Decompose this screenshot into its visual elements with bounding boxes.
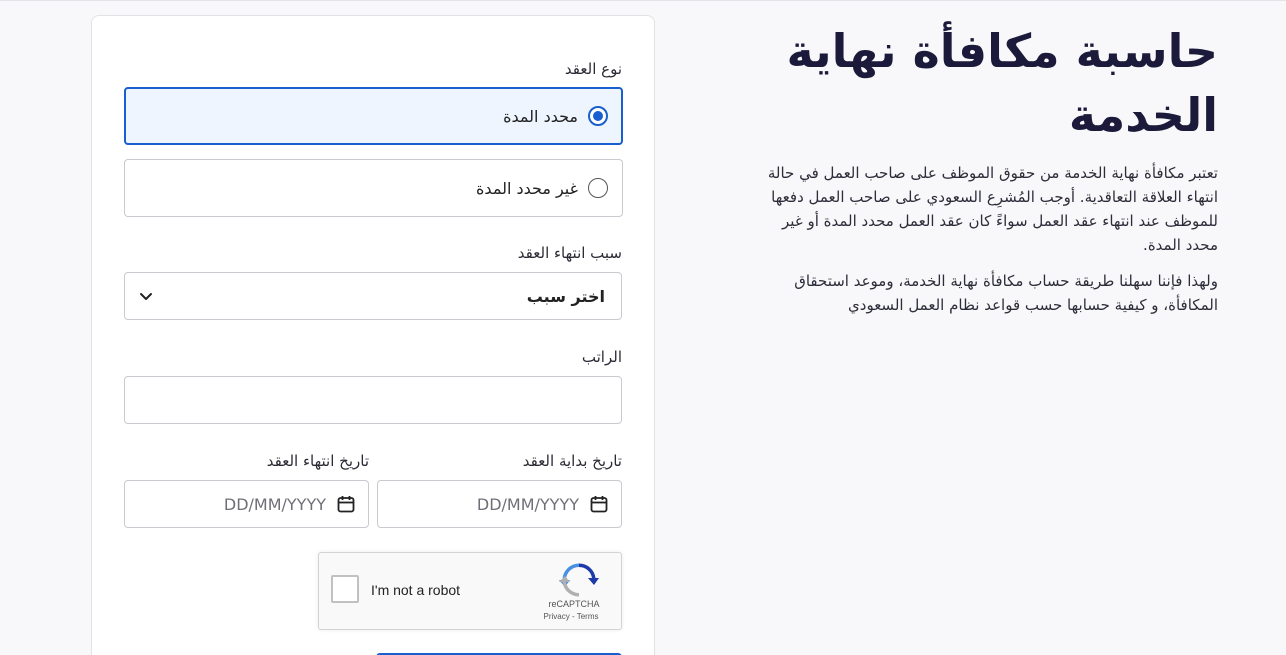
radio-unchecked-icon[interactable]: [588, 178, 608, 198]
termination-reason-select[interactable]: اختر سبب: [124, 272, 622, 320]
end-date-placeholder: DD/MM/YYYY: [223, 494, 326, 514]
termination-reason-label: سبب انتهاء العقد: [517, 244, 622, 262]
recaptcha-brand: reCAPTCHA: [548, 599, 600, 609]
intro-section: حاسبة مكافأة نهاية الخدمة تعتبر مكافأة ن…: [758, 19, 1218, 317]
end-date-field[interactable]: DD/MM/YYYY: [124, 480, 369, 528]
chevron-down-icon: [139, 289, 153, 303]
calendar-icon[interactable]: [589, 494, 609, 514]
contract-option-unlimited[interactable]: غير محدد المدة: [124, 159, 623, 217]
end-date-label: تاريخ انتهاء العقد: [266, 452, 369, 470]
recaptcha-separator: -: [569, 612, 577, 621]
contract-option-label: محدد المدة: [503, 106, 578, 126]
recaptcha-terms: Privacy - Terms: [531, 612, 611, 621]
recaptcha-privacy-link[interactable]: Privacy: [544, 612, 570, 621]
contract-option-label: غير محدد المدة: [476, 178, 578, 198]
page-title: حاسبة مكافأة نهاية الخدمة: [786, 24, 1219, 142]
intro-paragraph-2: ولهذا فإننا سهلنا طريقة حساب مكافأة نهاي…: [794, 272, 1218, 314]
salary-label: الراتب: [581, 348, 622, 366]
start-date-placeholder: DD/MM/YYYY: [476, 494, 579, 514]
recaptcha-terms-link[interactable]: Terms: [577, 612, 599, 621]
recaptcha-checkbox[interactable]: [331, 575, 359, 603]
calculator-form: نوع العقد محدد المدة غير محدد المدة سبب …: [91, 15, 655, 655]
start-date-label: تاريخ بداية العقد: [522, 452, 622, 470]
salary-input[interactable]: [124, 376, 622, 424]
radio-checked-icon[interactable]: [588, 106, 608, 126]
recaptcha-label: I'm not a robot: [371, 582, 461, 598]
calendar-icon[interactable]: [336, 494, 356, 514]
termination-reason-value: اختر سبب: [526, 286, 605, 306]
recaptcha-widget: I'm not a robot reCAPTCHA Privacy - Term…: [318, 552, 622, 630]
start-date-field[interactable]: DD/MM/YYYY: [377, 480, 622, 528]
contract-type-label: نوع العقد: [564, 60, 622, 78]
intro-paragraph-1: تعتبر مكافأة نهاية الخدمة من حقوق الموظف…: [767, 164, 1218, 254]
contract-option-fixed-term[interactable]: محدد المدة: [124, 87, 623, 145]
recaptcha-logo-icon: [559, 563, 599, 599]
